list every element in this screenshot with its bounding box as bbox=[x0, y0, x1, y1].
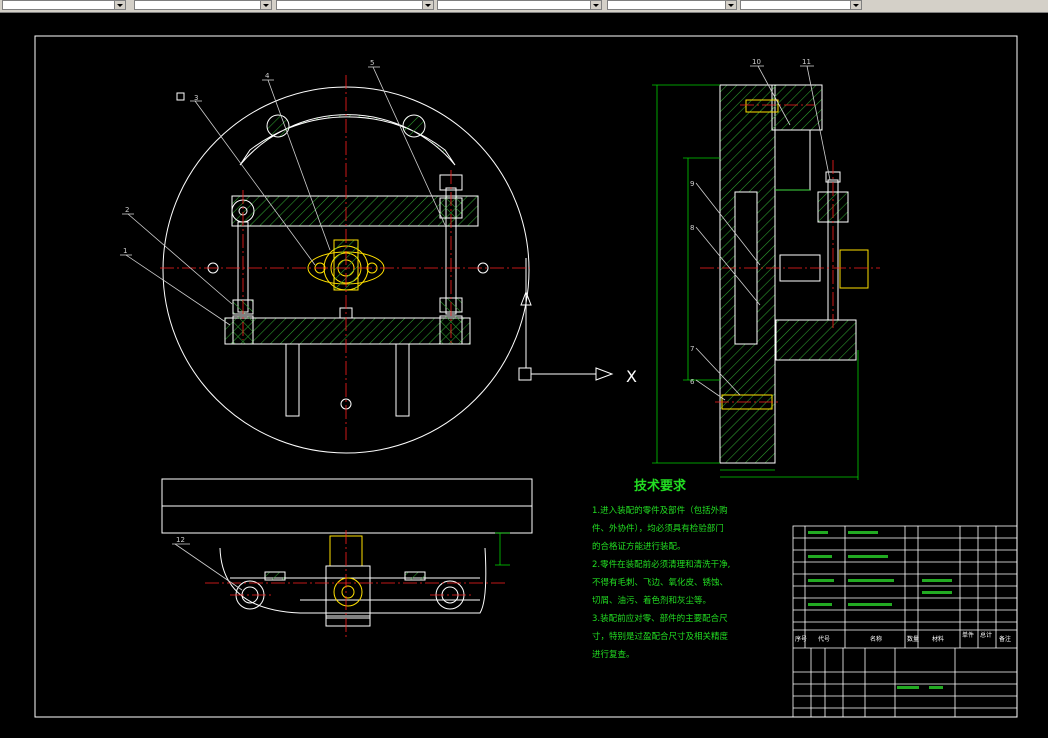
side-view bbox=[719, 84, 869, 464]
top-clamp-left bbox=[264, 571, 286, 581]
tb-header-unit: 单件 bbox=[962, 631, 974, 639]
top-dimensions bbox=[495, 532, 510, 566]
chevron-down-icon[interactable] bbox=[422, 1, 433, 9]
leg-right bbox=[395, 343, 410, 417]
balloon-3: 3 bbox=[194, 94, 198, 102]
drawing-border bbox=[34, 35, 1018, 718]
top-hub-core bbox=[341, 585, 355, 599]
tech-notes: 技术要求 1.进入装配的零件及部件（包括外购 件、外协件），均必须具有检验部门 … bbox=[592, 478, 730, 660]
tb-header-material: 材料 bbox=[932, 635, 944, 643]
top-hub-block bbox=[325, 565, 371, 619]
balloon-6: 6 bbox=[690, 378, 695, 386]
tech-title: 技术要求 bbox=[634, 478, 687, 494]
balloon-9: 9 bbox=[690, 180, 694, 188]
tb-header-name: 名称 bbox=[870, 635, 882, 643]
toolbar-field-2[interactable] bbox=[134, 0, 272, 10]
chevron-down-icon[interactable] bbox=[114, 1, 125, 9]
side-plate bbox=[771, 84, 823, 131]
chevron-down-icon[interactable] bbox=[725, 1, 736, 9]
view-arrow-head bbox=[595, 367, 614, 381]
tb-header-code: 代号 bbox=[818, 635, 830, 643]
title-block-text: 序号 代号 名称 数量 材料 单件 总计 备注 bbox=[795, 631, 1011, 643]
tb-header-no: 序号 bbox=[795, 635, 807, 643]
drawing-canvas[interactable]: X 4 3 5 2 1 10 11 9 8 7 6 12 技术要求 1.进入装配… bbox=[0, 12, 1048, 738]
tech-line-6: 切屑、油污、着色剂和灰尘等。 bbox=[592, 595, 711, 606]
leg-left bbox=[285, 343, 300, 417]
chevron-down-icon[interactable] bbox=[850, 1, 861, 9]
tech-line-5: 不得有毛刺、飞边、氧化皮、锈蚀、 bbox=[592, 577, 728, 588]
chevron-down-icon[interactable] bbox=[590, 1, 601, 9]
top-clamp-right bbox=[404, 571, 426, 581]
balloon-7: 7 bbox=[690, 345, 694, 353]
balloon-5: 5 bbox=[370, 59, 374, 67]
tech-line-1: 1.进入装配的零件及部件（包括外购 bbox=[592, 505, 728, 516]
balloon-12: 12 bbox=[176, 536, 185, 544]
tb-header-total: 总计 bbox=[980, 631, 992, 639]
side-body bbox=[774, 129, 811, 191]
tech-line-9: 进行复查。 bbox=[592, 649, 635, 660]
toolbar-field-6[interactable] bbox=[740, 0, 862, 10]
top-hub-ring bbox=[333, 577, 363, 607]
view-marker-box bbox=[518, 367, 532, 381]
tech-line-4: 2.零件在装配前必须清理和清洗干净, bbox=[592, 559, 730, 570]
base-plate bbox=[224, 317, 471, 345]
toolbar-field-4[interactable] bbox=[437, 0, 602, 10]
side-flange bbox=[775, 319, 857, 361]
slot-bolt-left bbox=[266, 114, 290, 138]
balloon-4: 4 bbox=[265, 72, 270, 80]
chevron-down-icon[interactable] bbox=[260, 1, 271, 9]
tb-header-qty: 数量 bbox=[907, 635, 919, 643]
slot-bolt-right bbox=[402, 114, 426, 138]
tb-header-remark: 备注 bbox=[999, 635, 1011, 643]
balloon-1: 1 bbox=[123, 247, 127, 255]
balloon-2: 2 bbox=[125, 206, 129, 214]
tech-line-7: 3.装配前应对零、部件的主要配合尺 bbox=[592, 613, 728, 624]
view-label: X bbox=[626, 367, 637, 386]
top-disc-arc bbox=[219, 547, 487, 614]
toolbar-field-5[interactable] bbox=[607, 0, 737, 10]
small-square bbox=[176, 92, 185, 101]
top-view bbox=[161, 478, 533, 627]
balloon-8: 8 bbox=[690, 224, 694, 232]
tech-line-2: 件、外协件），均必须具有检验部门 bbox=[592, 523, 724, 534]
tech-line-8: 寸，特别是过盈配合尺寸及相关精度 bbox=[592, 631, 729, 642]
toolbar-field-3[interactable] bbox=[276, 0, 434, 10]
side-hub bbox=[839, 249, 869, 289]
toolbar-field-1[interactable] bbox=[2, 0, 126, 10]
tech-line-3: 的合格证方能进行装配。 bbox=[592, 541, 686, 552]
balloon-11: 11 bbox=[802, 58, 811, 66]
balloon-10: 10 bbox=[752, 58, 761, 66]
front-view bbox=[162, 86, 614, 454]
